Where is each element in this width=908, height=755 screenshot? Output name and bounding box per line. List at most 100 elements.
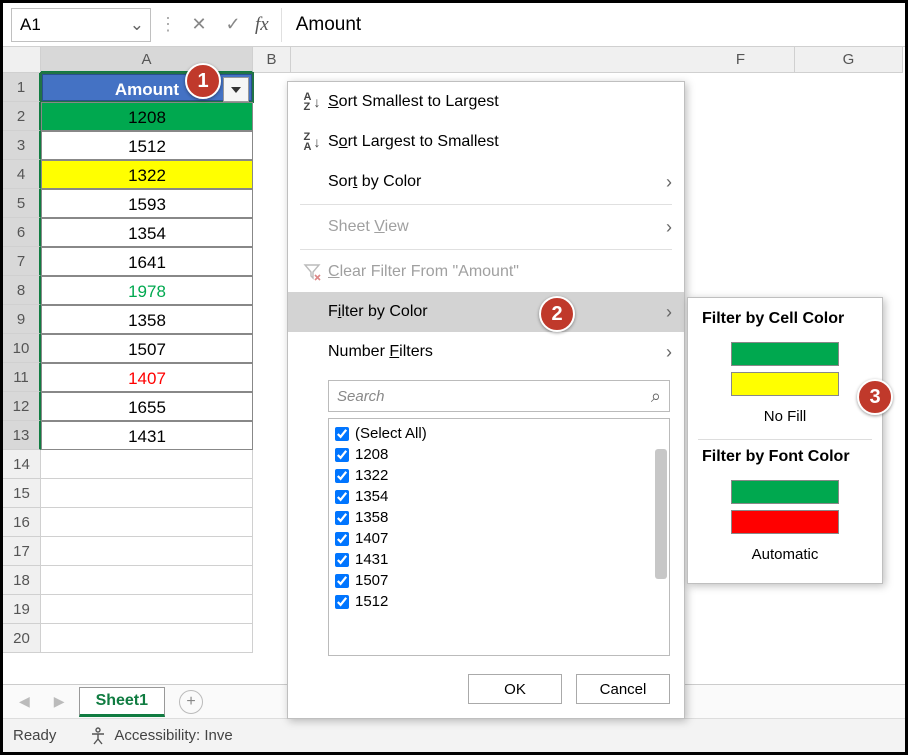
data-cell[interactable]: 1407	[41, 363, 253, 392]
data-cell[interactable]	[41, 450, 253, 479]
checkbox[interactable]	[335, 574, 349, 588]
row-header[interactable]: 14	[3, 450, 41, 479]
filter-context-menu: AZ↓ SSort Smallest to Largestort Smalles…	[287, 81, 685, 719]
column-headers: A B F G	[3, 47, 905, 73]
data-cell[interactable]: 1978	[41, 276, 253, 305]
filter-item[interactable]: 1358	[335, 507, 663, 528]
name-box[interactable]: A1 ⌄	[11, 8, 151, 42]
data-cell[interactable]: 1358	[41, 305, 253, 334]
row-header[interactable]: 8	[3, 276, 41, 305]
row-header[interactable]: 3	[3, 131, 41, 160]
row-header[interactable]: 18	[3, 566, 41, 595]
sort-az-icon: AZ↓	[304, 92, 321, 112]
column-header-a[interactable]: A	[41, 47, 253, 73]
row-header[interactable]: 9	[3, 305, 41, 334]
data-cell[interactable]	[41, 624, 253, 653]
font-color-green[interactable]	[731, 480, 839, 504]
cancel-formula-icon[interactable]: ✕	[185, 11, 213, 39]
checkbox[interactable]	[335, 553, 349, 567]
data-cell[interactable]: 1641	[41, 247, 253, 276]
header-cell[interactable]: Amount	[41, 73, 253, 102]
submenu-separator	[698, 439, 872, 440]
fx-icon[interactable]: fx	[253, 14, 275, 36]
sort-ascending[interactable]: AZ↓ SSort Smallest to Largestort Smalles…	[288, 82, 684, 122]
filter-by-color-submenu: Filter by Cell Color No Fill Filter by F…	[687, 297, 883, 584]
row-header[interactable]: 4	[3, 160, 41, 189]
row-header[interactable]: 16	[3, 508, 41, 537]
row-header[interactable]: 13	[3, 421, 41, 450]
row-header[interactable]: 11	[3, 363, 41, 392]
cancel-button[interactable]: Cancel	[576, 674, 670, 704]
tab-nav-prev-icon[interactable]: ◀	[9, 693, 40, 710]
data-cell[interactable]	[41, 508, 253, 537]
row-header[interactable]: 19	[3, 595, 41, 624]
font-color-red[interactable]	[731, 510, 839, 534]
ok-button[interactable]: OK	[468, 674, 562, 704]
data-cell[interactable]: 1593	[41, 189, 253, 218]
data-cell[interactable]	[41, 537, 253, 566]
data-cell[interactable]	[41, 566, 253, 595]
row-header[interactable]: 7	[3, 247, 41, 276]
checkbox[interactable]	[335, 469, 349, 483]
sort-by-color[interactable]: Sort by Color ›	[288, 162, 684, 202]
cell-color-green[interactable]	[731, 342, 839, 366]
sheet-view: Sheet View ›	[288, 207, 684, 247]
row-header[interactable]: 5	[3, 189, 41, 218]
column-header-g[interactable]: G	[795, 47, 903, 73]
filter-dropdown-button[interactable]	[223, 77, 249, 102]
data-cell[interactable]: 1512	[41, 131, 253, 160]
data-cell[interactable]: 1655	[41, 392, 253, 421]
filter-item[interactable]: 1208	[335, 444, 663, 465]
checkbox[interactable]	[335, 532, 349, 546]
sort-za-icon: ZA↓	[304, 132, 321, 152]
data-cell[interactable]	[41, 479, 253, 508]
data-cell[interactable]	[41, 595, 253, 624]
sort-descending[interactable]: ZA↓ Sort Largest to Smallest	[288, 122, 684, 162]
filter-item[interactable]: 1407	[335, 528, 663, 549]
filter-item[interactable]: 1431	[335, 549, 663, 570]
filter-item[interactable]: 1507	[335, 570, 663, 591]
clear-filter-icon	[296, 262, 328, 282]
automatic-option[interactable]: Automatic	[688, 540, 882, 573]
row-header[interactable]: 17	[3, 537, 41, 566]
row-header[interactable]: 15	[3, 479, 41, 508]
chevron-down-icon[interactable]: ⌄	[130, 15, 144, 35]
number-filters[interactable]: Number Filters ›	[288, 332, 684, 372]
checkbox[interactable]	[335, 448, 349, 462]
column-header-b[interactable]: B	[253, 47, 291, 73]
checkbox[interactable]	[335, 595, 349, 609]
column-header-f[interactable]: F	[687, 47, 795, 73]
column-gap	[291, 47, 687, 73]
filter-item[interactable]: 1322	[335, 465, 663, 486]
scrollbar-thumb[interactable]	[655, 449, 667, 579]
add-sheet-button[interactable]: +	[179, 690, 203, 714]
no-fill-option[interactable]: No Fill	[688, 402, 882, 435]
row-header[interactable]: 2	[3, 102, 41, 131]
row-header[interactable]: 12	[3, 392, 41, 421]
checkbox[interactable]	[335, 490, 349, 504]
checkbox[interactable]	[335, 511, 349, 525]
filter-item[interactable]: 1512	[335, 591, 663, 612]
formula-input[interactable]: Amount	[281, 8, 897, 42]
sheet-tab-active[interactable]: Sheet1	[79, 687, 165, 717]
data-cell[interactable]: 1507	[41, 334, 253, 363]
checkbox[interactable]	[335, 427, 349, 441]
filter-by-color[interactable]: Filter by Color ›	[288, 292, 684, 332]
tab-nav-next-icon[interactable]: ▶	[44, 693, 75, 710]
row-header[interactable]: 10	[3, 334, 41, 363]
row-header[interactable]: 1	[3, 73, 41, 102]
data-cell[interactable]: 1431	[41, 421, 253, 450]
column-title: Amount	[115, 80, 179, 99]
cell-color-yellow[interactable]	[731, 372, 839, 396]
data-cell[interactable]: 1354	[41, 218, 253, 247]
filter-item-select-all[interactable]: (Select All)	[335, 423, 663, 444]
data-cell[interactable]: 1208	[41, 102, 253, 131]
data-cell[interactable]: 1322	[41, 160, 253, 189]
filter-item[interactable]: 1354	[335, 486, 663, 507]
filter-values-list[interactable]: (Select All) 120813221354135814071431150…	[328, 418, 670, 656]
row-header[interactable]: 20	[3, 624, 41, 653]
select-all-corner[interactable]	[3, 47, 41, 73]
row-header[interactable]: 6	[3, 218, 41, 247]
filter-search-input[interactable]: Search ⌕	[328, 380, 670, 412]
accept-formula-icon[interactable]: ✓	[219, 11, 247, 39]
